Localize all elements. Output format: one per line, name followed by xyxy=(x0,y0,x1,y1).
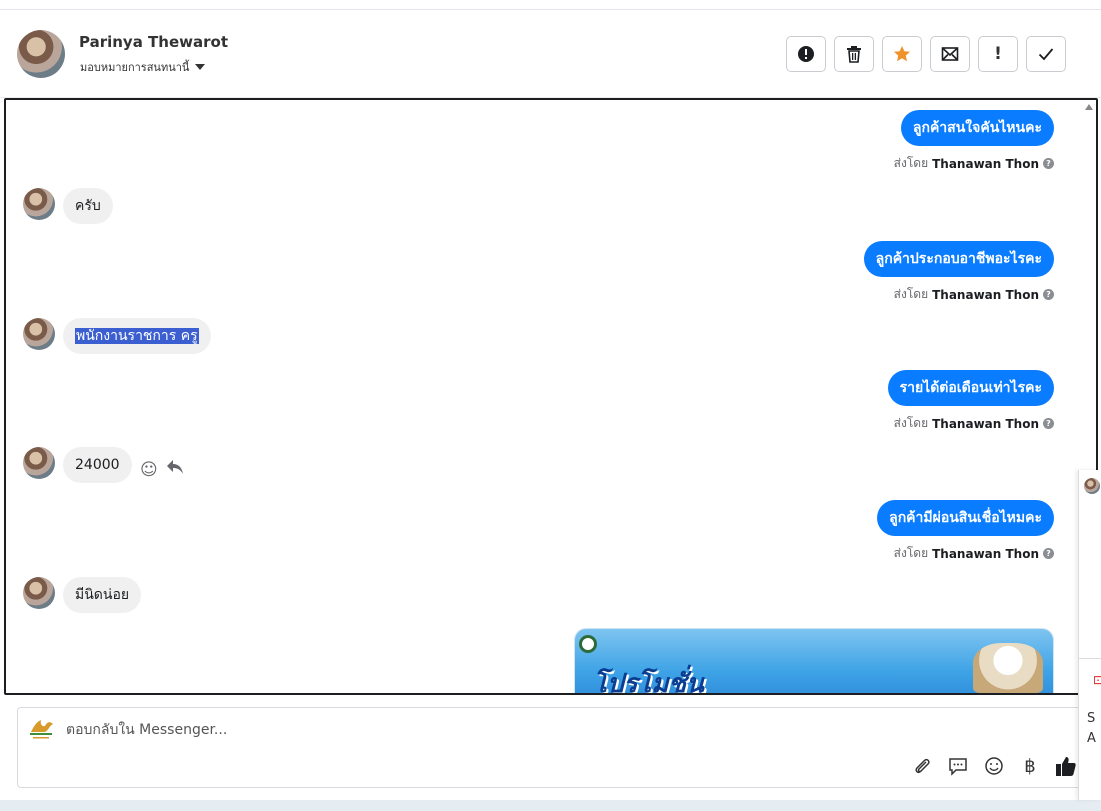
spam-button[interactable] xyxy=(786,36,826,72)
assign-conversation-label: มอบหมายการสนทนานี้ xyxy=(80,61,190,74)
incoming-message[interactable]: มีนิดน่อย xyxy=(63,577,142,613)
reply-input[interactable] xyxy=(66,718,766,742)
messenger-inbox: Parinya Thewarot มอบหมายการสนทนานี้ ! ลู… xyxy=(0,10,1101,800)
side-chat-panel: ⊡ S A xyxy=(1078,470,1101,800)
side-text-line: A xyxy=(1087,731,1096,746)
outgoing-message[interactable]: ลูกค้าประกอบอาชีพอะไรคะ xyxy=(863,241,1054,277)
sent-by-label: ส่งโดย Thanawan Thon ? xyxy=(894,544,1054,563)
sent-by-label: ส่งโดย Thanawan Thon ? xyxy=(894,285,1054,304)
sent-by-label: ส่งโดย Thanawan Thon ? xyxy=(894,414,1054,433)
caret-down-icon xyxy=(195,64,206,70)
help-icon[interactable]: ? xyxy=(1043,418,1054,429)
top-strip xyxy=(0,0,1101,10)
baht-icon[interactable]: ฿ xyxy=(1019,755,1041,777)
incoming-message[interactable]: พนักงานราชการ ครู xyxy=(63,318,211,354)
contact-avatar-small[interactable] xyxy=(23,447,55,479)
sent-by-prefix: ส่งโดย xyxy=(893,416,929,430)
envelope-icon xyxy=(941,47,959,61)
selected-text: พนักงานราชการ ครู xyxy=(75,328,199,344)
emoji-react-icon[interactable]: ☺ xyxy=(140,460,158,480)
page-logo-icon xyxy=(30,720,53,739)
promotion-title: โปรโมชั่น xyxy=(593,669,704,695)
contact-avatar-small[interactable] xyxy=(23,188,55,220)
exclamation-icon: ! xyxy=(994,44,1002,64)
sent-by-name: Thanawan Thon xyxy=(932,287,1039,302)
side-text-line: S xyxy=(1087,711,1096,726)
emoji-icon[interactable] xyxy=(983,755,1005,777)
paperclip-icon[interactable] xyxy=(911,755,933,777)
thumbs-up-icon[interactable] xyxy=(1055,755,1077,777)
sent-by-prefix: ส่งโดย xyxy=(893,546,929,560)
incoming-message[interactable]: 24000 xyxy=(63,447,132,483)
outgoing-message[interactable]: รายได้ต่อเดือนเท่าไรคะ xyxy=(887,370,1054,406)
conversation-toolbar: ! xyxy=(786,36,1066,72)
outgoing-message[interactable]: ลูกค้าสนใจคันไหนคะ xyxy=(900,110,1054,146)
scroll-up-arrow-icon[interactable] xyxy=(1085,104,1093,110)
rice-bowl-icon xyxy=(973,643,1043,693)
sent-by-name: Thanawan Thon xyxy=(932,546,1039,561)
composer-tools: ฿ xyxy=(911,755,1077,777)
side-notification-box: ⊡ S A xyxy=(1079,658,1101,788)
star-icon xyxy=(894,46,910,62)
chat-bubble-icon[interactable] xyxy=(947,755,969,777)
assign-conversation-dropdown[interactable]: มอบหมายการสนทนานี้ xyxy=(80,58,206,76)
conversation-header: Parinya Thewarot มอบหมายการสนทนานี้ ! xyxy=(0,10,1101,98)
promotion-image[interactable]: โปรโมชั่น xyxy=(574,628,1054,695)
reply-composer: ฿ xyxy=(17,707,1092,788)
outgoing-message[interactable]: ลูกค้ามีผ่อนสินเชื่อไหมคะ xyxy=(877,500,1054,536)
incoming-message[interactable]: ครับ xyxy=(63,188,113,224)
bottom-strip xyxy=(0,800,1101,811)
sent-by-name: Thanawan Thon xyxy=(932,416,1039,431)
trash-icon xyxy=(847,46,861,63)
sent-by-name: Thanawan Thon xyxy=(932,156,1039,171)
mark-unread-button[interactable] xyxy=(930,36,970,72)
star-button[interactable] xyxy=(882,36,922,72)
contact-avatar[interactable] xyxy=(17,30,65,78)
sent-by-prefix: ส่งโดย xyxy=(893,156,929,170)
follow-up-button[interactable]: ! xyxy=(978,36,1018,72)
notification-icon: ⊡ xyxy=(1093,673,1101,687)
message-thread[interactable]: ลูกค้าสนใจคันไหนคะ ส่งโดย Thanawan Thon … xyxy=(4,98,1098,695)
sent-by-label: ส่งโดย Thanawan Thon ? xyxy=(894,154,1054,173)
sent-by-prefix: ส่งโดย xyxy=(893,287,929,301)
done-button[interactable] xyxy=(1026,36,1066,72)
reply-icon[interactable] xyxy=(166,459,184,480)
help-icon[interactable]: ? xyxy=(1043,289,1054,300)
alert-circle-icon xyxy=(798,46,814,62)
delete-button[interactable] xyxy=(834,36,874,72)
message-actions: ☺ xyxy=(140,459,184,480)
contact-avatar-small[interactable] xyxy=(23,318,55,350)
contact-name[interactable]: Parinya Thewarot xyxy=(79,33,228,51)
contact-avatar-small[interactable] xyxy=(23,577,55,609)
help-icon[interactable]: ? xyxy=(1043,548,1054,559)
check-icon xyxy=(1038,48,1054,61)
brand-logo-icon xyxy=(579,635,597,653)
side-contact-avatar[interactable] xyxy=(1084,478,1100,494)
help-icon[interactable]: ? xyxy=(1043,158,1054,169)
